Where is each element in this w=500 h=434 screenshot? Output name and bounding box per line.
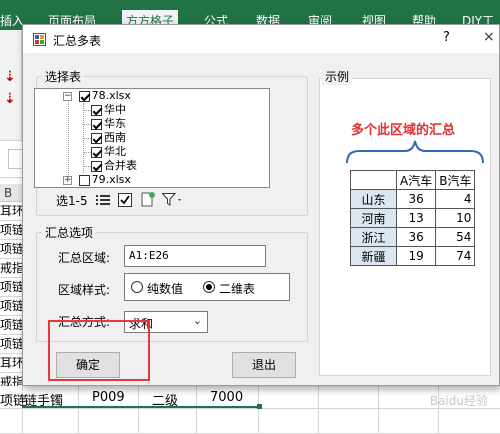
- table-cell: 山东: [350, 189, 397, 209]
- example-table: A汽车 B汽车 山东 36 4 河南 13 10 浙江 36 54 新疆 19 …: [350, 170, 476, 266]
- select-range-button[interactable]: 选1-5: [56, 192, 88, 209]
- expand-icon[interactable]: +: [63, 175, 72, 185]
- tree-checkbox[interactable]: [91, 132, 102, 144]
- radio-2d-table[interactable]: [203, 281, 215, 293]
- table-row: 山东 36 4: [350, 189, 476, 209]
- radio-plain-values-label[interactable]: 纯数值: [147, 280, 183, 297]
- list-icon[interactable]: [96, 194, 110, 206]
- cell[interactable]: 项链: [0, 316, 22, 335]
- table-header: A汽车: [395, 170, 437, 190]
- tree-node-79xlsx[interactable]: + 79.xlsx: [63, 173, 131, 187]
- example-label: 示例: [322, 68, 353, 85]
- table-header: B汽车: [435, 170, 476, 190]
- style-radio-group: 纯数值 二维表: [124, 273, 290, 301]
- dialog-title: 汇总多表: [53, 34, 102, 48]
- cell[interactable]: 戒指: [0, 259, 22, 278]
- new-file-icon[interactable]: [140, 192, 156, 207]
- fill-handle[interactable]: [257, 404, 262, 409]
- tree-node-huabei[interactable]: 华北: [91, 145, 126, 159]
- table-cell: 10: [435, 208, 476, 228]
- ribbon-tab-insert[interactable]: 插入: [0, 12, 24, 29]
- tree-node-xinan[interactable]: 西南: [91, 131, 126, 145]
- table-row: 河南 13 10: [350, 208, 476, 228]
- table-row: 浙江 36 54: [350, 227, 476, 247]
- ribbon-red-icon[interactable]: ⇣: [4, 92, 16, 106]
- tree-node-78xlsx[interactable]: − 78.xlsx: [63, 89, 131, 103]
- table-cell: 36: [395, 189, 437, 209]
- tree-checkbox[interactable]: [91, 160, 102, 172]
- tree-checkbox[interactable]: [78, 174, 90, 186]
- radio-2d-table-label[interactable]: 二维表: [219, 280, 255, 297]
- tree-checkbox[interactable]: [78, 90, 90, 102]
- tree-node-huazhong[interactable]: 华中: [91, 103, 126, 117]
- exit-button[interactable]: 退出: [232, 352, 296, 378]
- filter-icon[interactable]: [162, 193, 184, 206]
- tree-toolbar: 选1-5: [34, 190, 274, 210]
- tree-node-merged[interactable]: 合并表: [91, 159, 137, 173]
- table-cell: 新疆: [350, 246, 397, 266]
- example-title: 多个此区域的汇总: [351, 123, 456, 138]
- cell[interactable]: 项链: [0, 278, 22, 297]
- tree-node-huadong[interactable]: 华东: [91, 117, 126, 131]
- table-cell: 54: [435, 227, 476, 247]
- select-tables-label: 选择表: [42, 68, 85, 85]
- brace-icon: [346, 140, 484, 164]
- table-cell: 74: [435, 246, 476, 266]
- table-tree[interactable]: − 78.xlsx 华中 华东 西南 华北 合并表 + 79.xlsx: [34, 88, 270, 188]
- table-cell: 4: [435, 189, 476, 209]
- formula-bar: [0, 140, 22, 178]
- table-cell: 19: [395, 246, 437, 266]
- ribbon-panel: ⇣ ⇣: [0, 30, 22, 140]
- ribbon-red-icon[interactable]: ⇣: [4, 70, 16, 84]
- cell[interactable]: 耳环: [0, 202, 22, 221]
- dialog-titlebar[interactable]: 汇总多表 ? ×: [23, 25, 499, 53]
- collapse-icon[interactable]: −: [63, 91, 72, 101]
- close-button[interactable]: ×: [483, 29, 495, 45]
- help-button[interactable]: ?: [443, 30, 450, 45]
- range-input[interactable]: A1:E26: [124, 245, 266, 267]
- range-label: 汇总区域:: [58, 251, 111, 265]
- chevron-down-icon: ⌄: [192, 314, 202, 327]
- cell[interactable]: 耳环: [0, 354, 22, 373]
- table-cell: 河南: [350, 208, 397, 228]
- column-header-b[interactable]: B: [0, 184, 22, 202]
- tree-checkbox[interactable]: [91, 104, 102, 116]
- table-cell: 13: [395, 208, 437, 228]
- check-all-icon[interactable]: [118, 193, 132, 207]
- style-label: 区域样式:: [58, 283, 111, 297]
- cell[interactable]: 项链: [0, 240, 22, 259]
- table-cell: [350, 170, 397, 190]
- tree-checkbox[interactable]: [91, 146, 102, 158]
- app-icon: [33, 33, 46, 46]
- table-row: 新疆 19 74: [350, 246, 476, 266]
- table-cell: 36: [395, 227, 437, 247]
- table-cell: 浙江: [350, 227, 397, 247]
- cell[interactable]: 项链: [0, 335, 22, 354]
- radio-plain-values[interactable]: [131, 281, 143, 293]
- summary-options-label: 汇总选项: [42, 224, 97, 241]
- highlight-annotation: [48, 320, 150, 381]
- tree-checkbox[interactable]: [91, 118, 102, 130]
- table-row: A汽车 B汽车: [350, 170, 476, 190]
- name-box[interactable]: [8, 149, 22, 169]
- sheet-grid-left: 耳环 项链 项链 戒指 项链 项链 项链 项链 耳环 戒指: [0, 202, 22, 392]
- watermark: Baidu经验: [429, 394, 488, 408]
- cell-selection-border: [22, 386, 260, 408]
- cell[interactable]: 项链: [0, 297, 22, 316]
- cell[interactable]: 项链: [0, 221, 22, 240]
